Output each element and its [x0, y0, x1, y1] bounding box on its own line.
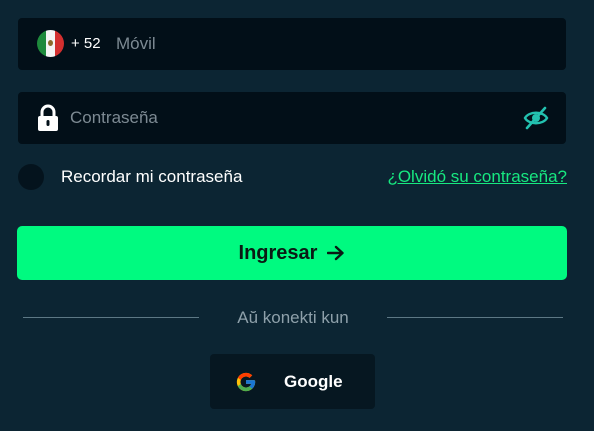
google-icon	[236, 372, 256, 392]
google-login-button[interactable]: Google	[210, 354, 375, 409]
login-label: Ingresar	[238, 241, 318, 264]
remember-label[interactable]: Recordar mi contraseña	[61, 167, 242, 187]
password-field[interactable]	[18, 92, 566, 144]
remember-checkbox[interactable]	[18, 164, 44, 190]
eye-slash-icon[interactable]	[523, 106, 549, 130]
divider-text: Aŭ konekti kun	[237, 308, 349, 327]
forgot-password-link[interactable]: ¿Olvidó su contraseña?	[387, 167, 567, 187]
lock-icon	[38, 104, 58, 131]
login-button[interactable]: Ingresar	[17, 226, 567, 280]
divider: Aŭ konekti kun	[23, 308, 563, 328]
country-code[interactable]: + 52	[71, 35, 101, 53]
mexico-flag-icon[interactable]	[37, 30, 64, 57]
password-input[interactable]	[70, 103, 510, 133]
remember-me[interactable]: Recordar mi contraseña	[18, 164, 242, 190]
divider-line-right	[387, 317, 563, 318]
phone-input[interactable]	[116, 29, 536, 59]
phone-field[interactable]: + 52	[18, 18, 566, 70]
google-label: Google	[284, 372, 343, 391]
arrow-right-icon	[327, 245, 345, 261]
